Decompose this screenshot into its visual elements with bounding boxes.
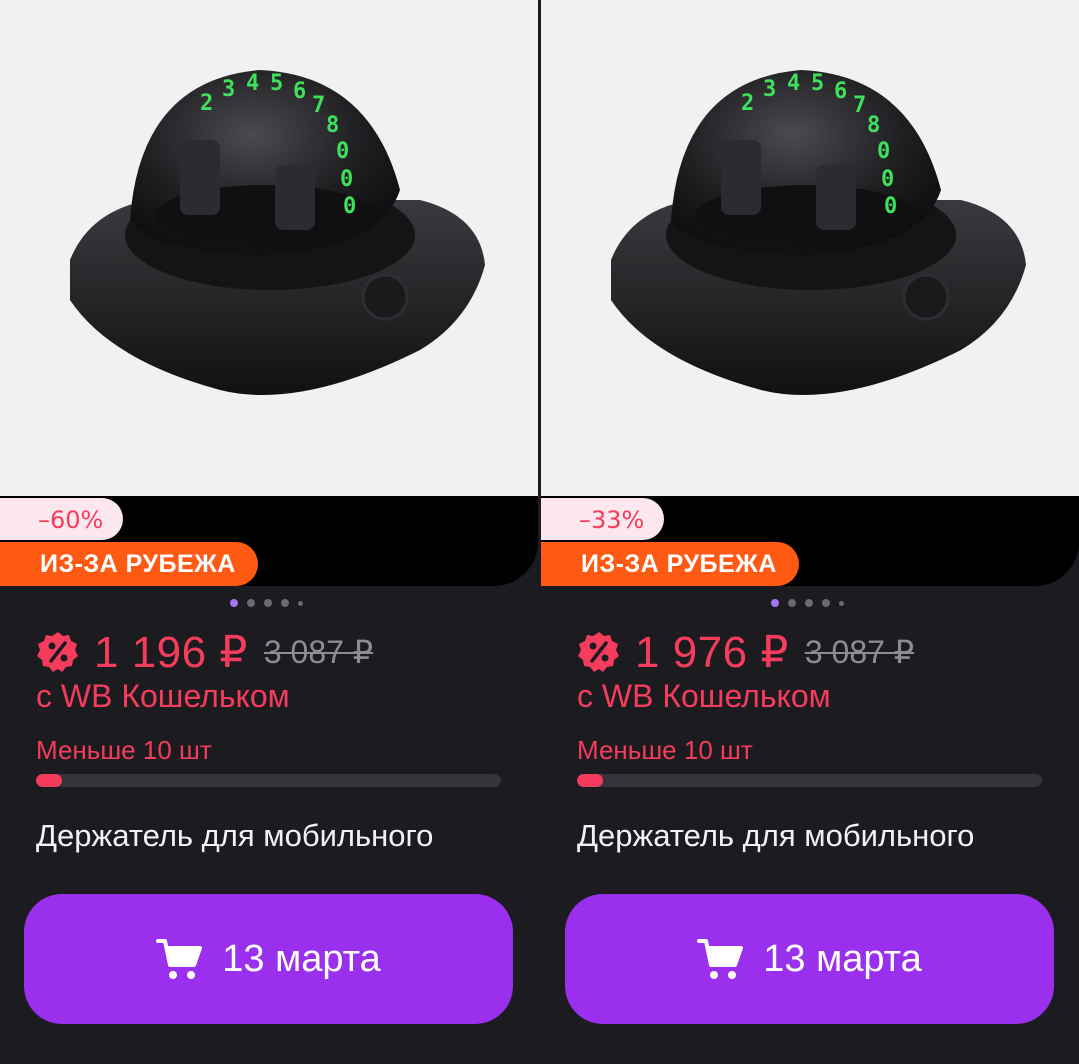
product-name[interactable]: Держатель для мобильного	[36, 814, 501, 858]
price-row: 1 976 ₽ 3 087 ₽	[577, 626, 914, 678]
svg-text:0: 0	[877, 139, 890, 164]
gallery-dot	[264, 599, 272, 607]
svg-text:8: 8	[867, 113, 880, 138]
stock-label: Меньше 10 шт	[577, 735, 753, 765]
add-to-cart-button[interactable]: 13 марта	[24, 894, 513, 1024]
wallet-caption: с WB Кошельком	[36, 678, 290, 714]
svg-text:5: 5	[811, 71, 824, 96]
old-price: 3 087 ₽	[263, 634, 374, 670]
wallet-caption: с WB Кошельком	[577, 678, 831, 714]
cart-icon	[697, 939, 744, 979]
product-grid: 2 3 4 5 6 7 8 0 0 0 –60% ИЗ-ЗА РУБЕЖА 1 …	[0, 0, 1079, 1064]
gallery-dot	[281, 599, 289, 607]
svg-text:0: 0	[881, 167, 894, 192]
cart-icon	[156, 939, 203, 979]
current-price: 1 196 ₽	[94, 627, 248, 677]
svg-text:4: 4	[787, 71, 800, 96]
svg-text:0: 0	[884, 194, 897, 219]
old-price: 3 087 ₽	[804, 634, 915, 670]
gallery-dots	[771, 598, 844, 608]
gallery-dot	[298, 600, 303, 606]
gallery-dot-active	[230, 599, 238, 607]
svg-text:3: 3	[222, 77, 235, 102]
gallery-dot	[805, 599, 813, 607]
product-image[interactable]: 2 3 4 5 6 7 8 0 0 0	[0, 0, 538, 498]
svg-text:0: 0	[340, 167, 353, 192]
price-row: 1 196 ₽ 3 087 ₽	[36, 626, 373, 678]
svg-text:4: 4	[246, 71, 259, 96]
svg-text:0: 0	[343, 194, 356, 219]
product-name[interactable]: Держатель для мобильного	[577, 814, 1042, 858]
origin-badge: ИЗ-ЗА РУБЕЖА	[541, 542, 799, 586]
svg-text:6: 6	[293, 79, 306, 104]
product-card[interactable]: 2 3 4 5 6 7 8 0 0 0 –60% ИЗ-ЗА РУБЕЖА 1 …	[0, 0, 538, 1064]
svg-text:5: 5	[270, 71, 283, 96]
stock-bar	[36, 774, 501, 787]
svg-text:0: 0	[336, 139, 349, 164]
wallet-discount-icon	[37, 632, 78, 672]
gallery-dot	[788, 599, 796, 607]
gallery-dots	[230, 598, 303, 608]
stock-bar-fill	[577, 774, 603, 787]
stock-bar-fill	[36, 774, 62, 787]
product-card[interactable]: 2 3 4 5 6 7 8 0 0 0 –33% ИЗ-ЗА РУБЕЖА 1 …	[541, 0, 1079, 1064]
svg-text:2: 2	[200, 91, 213, 116]
svg-text:3: 3	[763, 77, 776, 102]
stock-label: Меньше 10 шт	[36, 735, 212, 765]
svg-text:8: 8	[326, 113, 339, 138]
wallet-discount-icon	[578, 632, 619, 672]
delivery-date-label: 13 марта	[222, 937, 381, 980]
add-to-cart-button[interactable]: 13 марта	[565, 894, 1054, 1024]
stock-bar	[577, 774, 1042, 787]
gallery-dot	[247, 599, 255, 607]
discount-badge: –60%	[0, 498, 124, 540]
svg-text:7: 7	[312, 93, 325, 118]
product-image[interactable]: 2 3 4 5 6 7 8 0 0 0	[541, 0, 1079, 498]
phone-holder-photo: 2 3 4 5 6 7 8 0 0 0	[611, 70, 1026, 395]
delivery-date-label: 13 марта	[763, 937, 922, 980]
gallery-dot	[839, 600, 844, 606]
svg-text:6: 6	[834, 79, 847, 104]
svg-text:2: 2	[741, 91, 754, 116]
svg-text:7: 7	[853, 93, 866, 118]
phone-holder-photo: 2 3 4 5 6 7 8 0 0 0	[70, 70, 485, 395]
current-price: 1 976 ₽	[635, 627, 789, 677]
discount-badge: –33%	[541, 498, 665, 540]
gallery-dot-active	[771, 599, 779, 607]
gallery-dot	[822, 599, 830, 607]
origin-badge: ИЗ-ЗА РУБЕЖА	[0, 542, 258, 586]
